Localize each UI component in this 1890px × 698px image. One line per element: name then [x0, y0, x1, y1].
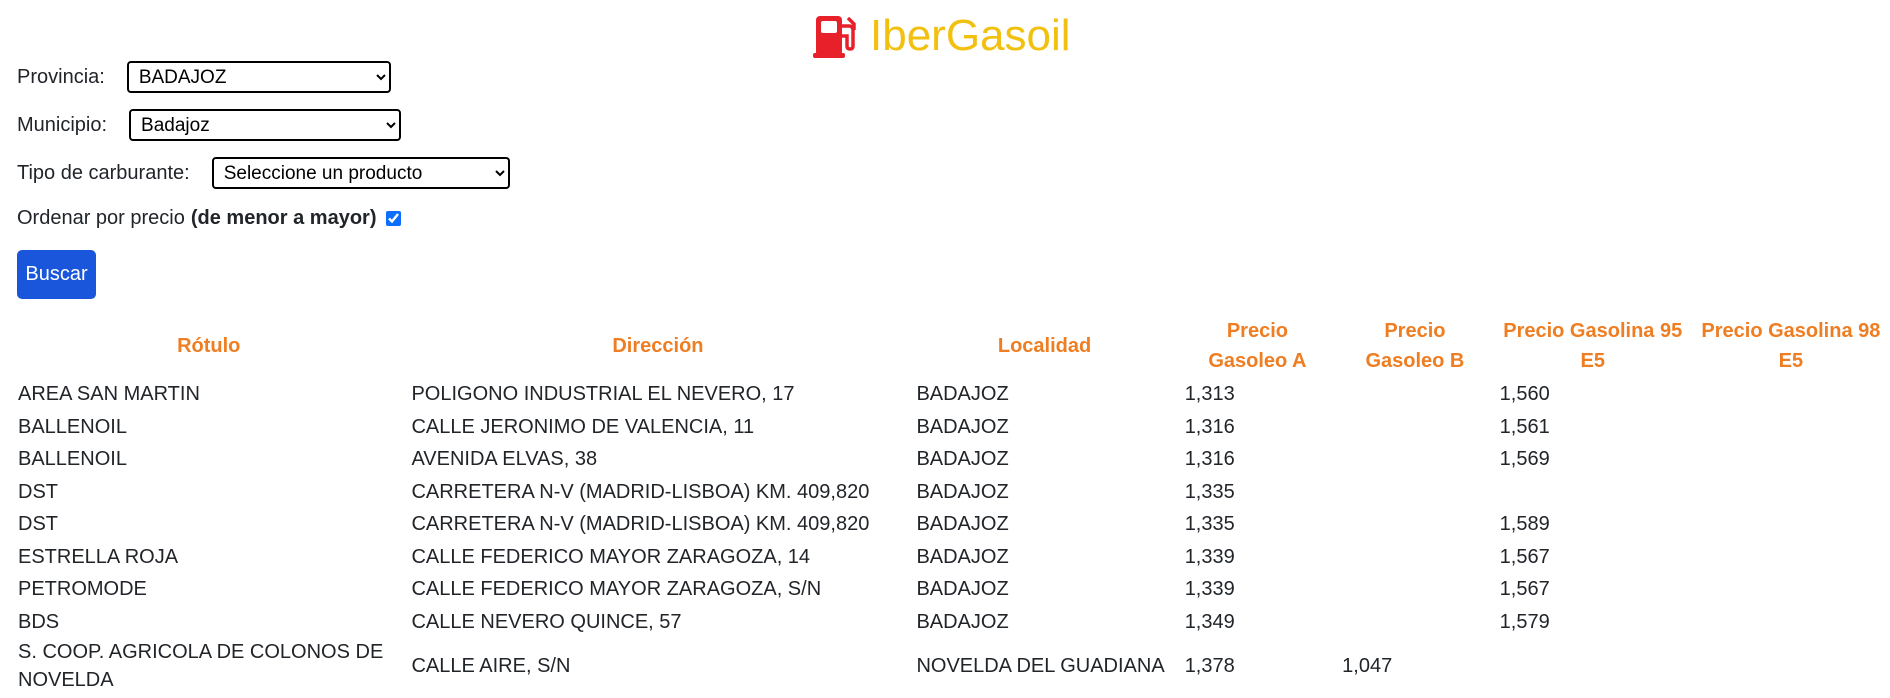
localidad-cell: BADAJOZ	[916, 610, 1009, 633]
localidad-cell: NOVELDA DEL GUADIANA	[916, 655, 1165, 677]
rotulo-cell: PETROMODE	[18, 578, 147, 601]
direccion-cell: CARRETERA N-V (MADRID-LISBOA) KM. 409,82…	[411, 513, 870, 536]
column-header-rotulo: Rótulo	[177, 335, 241, 357]
fuel-pump-icon	[813, 16, 856, 58]
gasolina-98-cell	[1692, 606, 1890, 639]
gasoleo-a-cell: 1,339	[1184, 545, 1235, 568]
order-label: Ordenar por precio	[17, 207, 185, 229]
tipo-carburante-select[interactable]: Seleccione un producto	[211, 157, 510, 189]
search-button[interactable]: Buscar	[17, 250, 96, 299]
gasolina-95-cell: 1,561	[1499, 415, 1550, 438]
gasoleo-a-cell: 1,349	[1184, 610, 1235, 633]
table-row: DST CARRETERA N-V (MADRID-LISBOA) KM. 409…	[12, 476, 1890, 509]
gasolina-95-cell	[1494, 476, 1692, 509]
gasoleo-b-cell	[1336, 378, 1493, 411]
rotulo-cell: DST	[18, 480, 58, 503]
rotulo-cell: BDS	[18, 610, 60, 633]
gasolina-98-cell	[1692, 476, 1890, 509]
municipio-row: Municipio: Badajoz	[17, 109, 402, 141]
table-row: AREA SAN MARTIN POLIGONO INDUSTRIAL EL NE…	[12, 378, 1890, 411]
gasoleo-a-cell: 1,339	[1184, 578, 1235, 601]
localidad-cell: BADAJOZ	[916, 480, 1009, 503]
gasoleo-b-cell	[1336, 541, 1493, 574]
table-row: BALLENOIL CALLE JERONIMO DE VALENCIA, 11 B…	[12, 411, 1890, 444]
direccion-cell: POLIGONO INDUSTRIAL EL NEVERO, 17	[411, 383, 795, 406]
direccion-cell: CALLE FEDERICO MAYOR ZARAGOZA, 14	[411, 545, 811, 568]
gasoleo-b-cell	[1336, 606, 1493, 639]
table-row: PETROMODE CALLE FEDERICO MAYOR ZARAGOZA, …	[12, 573, 1890, 606]
direccion-cell: AVENIDA ELVAS, 38	[411, 448, 598, 471]
direccion-cell: CALLE NEVERO QUINCE, 57	[411, 610, 682, 633]
gasolina-95-cell: 1,589	[1499, 513, 1550, 536]
rotulo-cell: AREA SAN MARTIN	[18, 383, 200, 406]
direccion-cell: CALLE AIRE, S/N	[411, 655, 571, 677]
column-header-gasolina-98: Precio Gasolina 98 E5	[1701, 320, 1881, 372]
provincia-select[interactable]: BADAJOZ	[126, 61, 391, 93]
gasoleo-a-cell: 1,316	[1184, 415, 1235, 438]
table-header-row: Rótulo Dirección Localidad Precio Gasole…	[12, 314, 1890, 378]
localidad-cell: BADAJOZ	[916, 415, 1009, 438]
localidad-cell: BADAJOZ	[916, 545, 1009, 568]
gasolina-98-cell	[1692, 443, 1890, 476]
gasoleo-b-cell	[1336, 476, 1493, 509]
rotulo-cell: S. COOP. AGRICOLA DE COLONOS DE NOVELDA	[18, 641, 384, 691]
provincia-label: Provincia:	[17, 65, 105, 88]
rotulo-cell: BALLENOIL	[18, 415, 127, 438]
table-row: ESTRELLA ROJA CALLE FEDERICO MAYOR ZARAGO…	[12, 541, 1890, 574]
gasolina-98-cell	[1692, 378, 1890, 411]
gasolina-98-cell	[1692, 411, 1890, 444]
table-row: S. COOP. AGRICOLA DE COLONOS DE NOVELDA C…	[12, 638, 1890, 694]
provincia-row: Provincia: BADAJOZ	[17, 61, 391, 93]
gasoleo-a-cell: 1,335	[1184, 480, 1235, 503]
gasolina-98-cell	[1692, 573, 1890, 606]
localidad-cell: BADAJOZ	[916, 578, 1009, 601]
gasolina-95-cell: 1,579	[1499, 610, 1550, 633]
gasolina-95-cell: 1,567	[1499, 545, 1550, 568]
column-header-direccion: Dirección	[612, 335, 704, 357]
gasoleo-b-cell	[1336, 443, 1493, 476]
gasolina-98-cell	[1692, 508, 1890, 541]
gasoleo-a-cell: 1,316	[1184, 448, 1235, 471]
tipo-carburante-row: Tipo de carburante: Seleccione un produc…	[17, 157, 510, 189]
rotulo-cell: DST	[18, 513, 58, 536]
column-header-gasoleo-a: Precio Gasoleo A	[1208, 320, 1307, 372]
localidad-cell: BADAJOZ	[916, 383, 1009, 406]
municipio-label: Municipio:	[17, 113, 108, 136]
column-header-gasolina-95: Precio Gasolina 95 E5	[1503, 320, 1683, 372]
results-table: Rótulo Dirección Localidad Precio Gasole…	[12, 314, 1890, 694]
gasoleo-a-cell: 1,313	[1184, 383, 1235, 406]
tipo-carburante-label: Tipo de carburante:	[17, 161, 190, 184]
gasolina-95-cell: 1,567	[1499, 578, 1550, 601]
direccion-cell: CALLE JERONIMO DE VALENCIA, 11	[411, 415, 755, 438]
brand-logo: IberGasoil	[812, 12, 1071, 60]
table-row: BALLENOIL AVENIDA ELVAS, 38 BADAJOZ 1,316 1,…	[12, 443, 1890, 476]
rotulo-cell: ESTRELLA ROJA	[18, 545, 179, 568]
order-row: Ordenar por precio (de menor a mayor)	[17, 207, 402, 230]
gasolina-98-cell	[1692, 638, 1890, 694]
column-header-gasoleo-b: Precio Gasoleo B	[1365, 320, 1465, 372]
table-row: DST CARRETERA N-V (MADRID-LISBOA) KM. 409…	[12, 508, 1890, 541]
direccion-cell: CALLE FEDERICO MAYOR ZARAGOZA, S/N	[411, 578, 822, 601]
localidad-cell: BADAJOZ	[916, 513, 1009, 536]
gasoleo-b-cell	[1336, 573, 1493, 606]
gasolina-98-cell	[1692, 541, 1890, 574]
table-row: BDS CALLE NEVERO QUINCE, 57 BADAJOZ 1,349 1,…	[12, 606, 1890, 639]
municipio-select[interactable]: Badajoz	[129, 109, 402, 141]
gasoleo-a-cell: 1,335	[1184, 513, 1235, 536]
localidad-cell: BADAJOZ	[916, 448, 1009, 471]
gasoleo-b-cell	[1336, 411, 1493, 444]
order-label-bold: (de menor a mayor)	[190, 207, 377, 229]
column-header-localidad: Localidad	[997, 335, 1092, 357]
brand-name: IberGasoil	[870, 11, 1071, 60]
gasolina-95-cell: 1,569	[1499, 448, 1550, 471]
direccion-cell: CARRETERA N-V (MADRID-LISBOA) KM. 409,82…	[411, 480, 870, 503]
gasoleo-a-cell: 1,378	[1184, 655, 1235, 677]
gasolina-95-cell	[1494, 638, 1692, 694]
gasoleo-b-cell: 1,047	[1342, 655, 1393, 677]
order-checkbox[interactable]	[386, 211, 402, 226]
gasolina-95-cell: 1,560	[1499, 383, 1550, 406]
gasoleo-b-cell	[1336, 508, 1493, 541]
rotulo-cell: BALLENOIL	[18, 448, 127, 471]
